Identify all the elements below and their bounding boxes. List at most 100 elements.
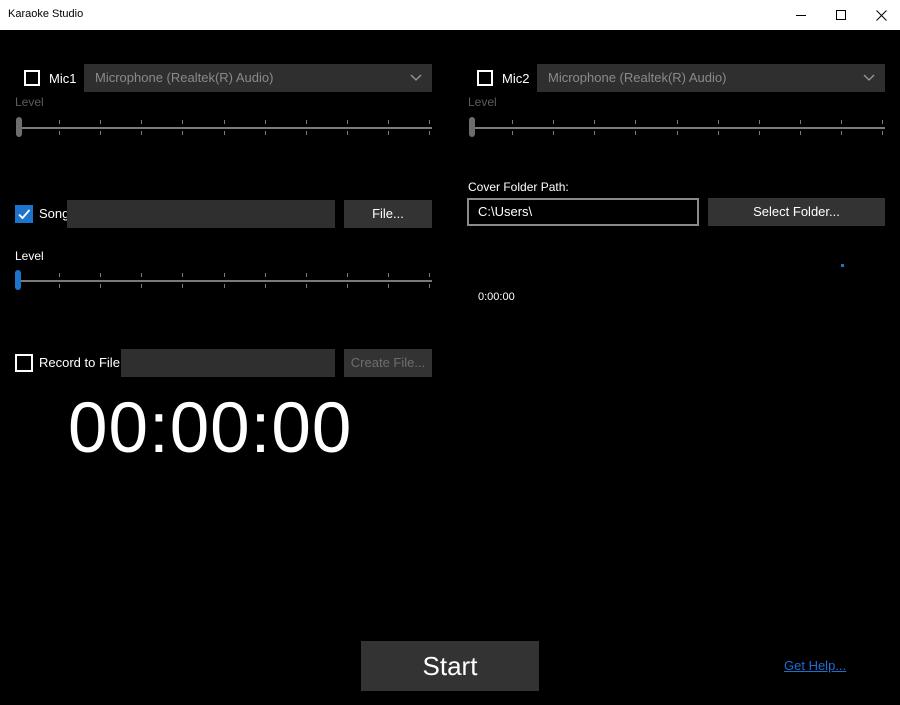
progress-dot <box>841 264 844 267</box>
slider-tick <box>306 273 307 277</box>
slider-tick <box>265 273 266 277</box>
slider-tick <box>141 131 142 135</box>
recording-timer: 00:00:00 <box>68 385 388 460</box>
slider-tick <box>59 273 60 277</box>
slider-tick <box>677 131 678 135</box>
minimize-icon <box>795 14 806 16</box>
slider-tick <box>265 120 266 124</box>
slider-tick <box>594 131 595 135</box>
close-icon <box>875 9 887 21</box>
slider-tick <box>635 120 636 124</box>
slider-tick <box>182 273 183 277</box>
record-path-input[interactable] <box>121 349 335 377</box>
song-checkbox[interactable] <box>15 205 33 223</box>
mic2-label: Mic2 <box>502 71 530 86</box>
close-button[interactable] <box>861 0 900 30</box>
song-slider-track <box>18 280 432 282</box>
mic1-slider-thumb[interactable] <box>16 117 22 137</box>
cover-folder-path-input[interactable]: C:\Users\ <box>467 198 699 226</box>
checkmark-icon <box>18 209 31 220</box>
slider-tick <box>141 273 142 277</box>
record-checkbox[interactable] <box>15 354 33 372</box>
slider-tick <box>718 131 719 135</box>
slider-tick <box>347 273 348 277</box>
slider-tick <box>594 120 595 124</box>
slider-tick <box>429 284 430 288</box>
create-file-button[interactable]: Create File... <box>344 349 432 377</box>
slider-tick <box>141 120 142 124</box>
mic1-level-label: Level <box>15 95 44 109</box>
slider-tick <box>759 131 760 135</box>
slider-tick <box>429 120 430 124</box>
song-level-label: Level <box>15 249 44 263</box>
minimize-button[interactable] <box>781 0 821 30</box>
slider-tick <box>224 120 225 124</box>
slider-tick <box>182 120 183 124</box>
slider-tick <box>841 131 842 135</box>
slider-tick <box>635 131 636 135</box>
slider-tick <box>306 284 307 288</box>
slider-tick <box>141 284 142 288</box>
song-slider-thumb[interactable] <box>15 270 21 290</box>
slider-tick <box>553 131 554 135</box>
song-file-button[interactable]: File... <box>344 200 432 228</box>
mic2-device-value: Microphone (Realtek(R) Audio) <box>548 70 727 85</box>
start-button[interactable]: Start <box>361 641 539 691</box>
slider-tick <box>882 120 883 124</box>
slider-tick <box>388 120 389 124</box>
slider-tick <box>100 120 101 124</box>
mic2-slider-thumb[interactable] <box>469 117 475 137</box>
chevron-down-icon <box>863 74 875 81</box>
maximize-icon <box>835 9 846 20</box>
mic1-device-value: Microphone (Realtek(R) Audio) <box>95 70 274 85</box>
slider-tick <box>429 273 430 277</box>
slider-tick <box>882 131 883 135</box>
slider-tick <box>841 120 842 124</box>
song-label: Song <box>39 206 70 221</box>
timer-value: 00:00:00 <box>68 389 353 460</box>
slider-tick <box>800 131 801 135</box>
slider-tick <box>512 120 513 124</box>
slider-tick <box>306 131 307 135</box>
mic2-level-label: Level <box>468 95 497 109</box>
slider-tick <box>59 131 60 135</box>
slider-tick <box>347 131 348 135</box>
slider-tick <box>224 273 225 277</box>
slider-tick <box>429 131 430 135</box>
mic2-slider-track <box>471 127 885 129</box>
title-bar: Karaoke Studio <box>0 0 900 30</box>
slider-tick <box>553 120 554 124</box>
mic2-checkbox[interactable] <box>477 70 493 86</box>
mic1-device-select[interactable]: Microphone (Realtek(R) Audio) <box>84 64 432 92</box>
slider-tick <box>306 120 307 124</box>
mic1-checkbox[interactable] <box>24 70 40 86</box>
slider-tick <box>347 284 348 288</box>
mic1-label: Mic1 <box>49 71 77 86</box>
slider-tick <box>388 273 389 277</box>
slider-tick <box>718 120 719 124</box>
slider-tick <box>59 284 60 288</box>
record-label: Record to File: <box>39 355 124 370</box>
get-help-link[interactable]: Get Help... <box>784 658 846 673</box>
slider-tick <box>100 131 101 135</box>
maximize-button[interactable] <box>821 0 861 30</box>
mic2-device-select[interactable]: Microphone (Realtek(R) Audio) <box>537 64 885 92</box>
slider-tick <box>800 120 801 124</box>
slider-tick <box>347 120 348 124</box>
cover-folder-label: Cover Folder Path: <box>468 180 569 194</box>
slider-tick <box>388 284 389 288</box>
slider-tick <box>265 284 266 288</box>
song-path-input[interactable] <box>67 200 335 228</box>
playback-time: 0:00:00 <box>478 291 515 303</box>
window-title: Karaoke Studio <box>8 8 84 20</box>
chevron-down-icon <box>410 74 422 81</box>
mic1-slider-track <box>18 127 432 129</box>
slider-tick <box>388 131 389 135</box>
slider-tick <box>512 131 513 135</box>
slider-tick <box>100 273 101 277</box>
slider-tick <box>677 120 678 124</box>
select-folder-button[interactable]: Select Folder... <box>708 198 885 226</box>
slider-tick <box>224 284 225 288</box>
slider-tick <box>59 120 60 124</box>
slider-tick <box>224 131 225 135</box>
